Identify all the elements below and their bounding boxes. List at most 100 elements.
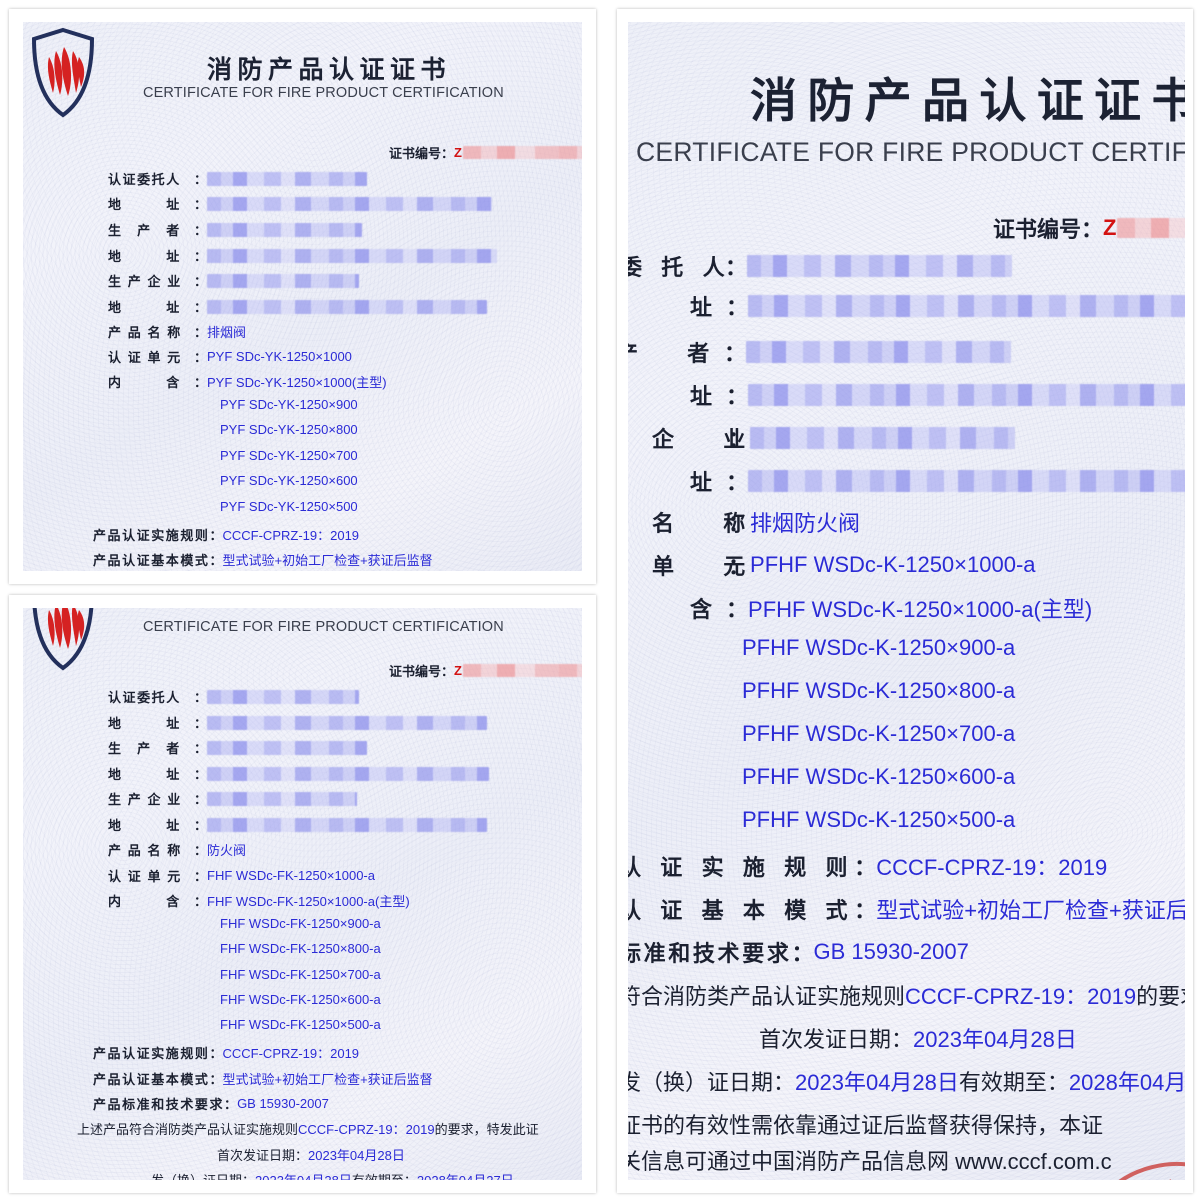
row-factory: 生 产 企 业 ：: [108, 271, 360, 290]
cert-number-masked-2: [462, 664, 582, 677]
colon-address-3-right: ：: [726, 470, 749, 495]
label-applicant: 认证委托人: [108, 172, 181, 187]
value-product-name: 排烟阀: [207, 325, 247, 340]
colon-mode-2: ：: [209, 1072, 223, 1087]
label-product-name: 产 品 名 称: [108, 325, 182, 340]
row-applicant-right: 委 托 人 ：: [628, 250, 1013, 282]
value-includes-2-4: FHF WSDc-FK-1250×600-a: [220, 992, 381, 1007]
label-reissue-2: 发（换）证日期：: [151, 1170, 255, 1180]
colon-manufacturer-2: ：: [194, 741, 208, 756]
row-includes: 内 含 ： PYF SDc-YK-1250×1000(主型): [108, 372, 387, 391]
row-standard-2: 产品标准和技术要求 ： GB 15930-2007: [93, 1094, 329, 1113]
value-standard-2: GB 15930-2007: [237, 1096, 329, 1111]
row-address-3-right: 址 ：: [690, 465, 1185, 497]
row-product-name-2: 产 品 名 称 ： 防火阀: [108, 840, 246, 859]
colon-cert-unit-right: ：: [728, 554, 751, 579]
label-address-1-right: 址: [690, 295, 719, 320]
row-reissue-2: 发（换）证日期： 2023年04月28日 有效期至： 2028年04月27日: [151, 1170, 514, 1180]
label-cert-unit-2: 认 证 单 元: [108, 869, 182, 884]
row-mode-2: 产品认证基本模式 ： 型式试验+初始工厂检查+获证后监督: [93, 1069, 433, 1088]
cert-right[interactable]: 消防产品认证证书 CERTIFICATE FOR FIRE PRODUCT CE…: [628, 22, 1185, 1180]
label-reissue-right: 发（换）证日期：: [628, 1070, 796, 1095]
colon-address-3-2: ：: [194, 818, 208, 833]
label-product-name-right: 名 称: [652, 511, 759, 536]
cert-title-zh-right: 消防产品认证证书: [750, 76, 1185, 128]
value-valid-right: 2028年04月2: [1068, 1070, 1185, 1095]
label-factory-2: 生 产 企 业: [108, 792, 182, 807]
cert-number-label-right: 证书编号：: [993, 217, 1104, 242]
row-statement-2: 上述产品符合消防类产品认证实施规则 CCCF-CPRZ-19：2019 的要求，…: [77, 1119, 539, 1138]
value-includes-right-0: PFHF WSDc-K-1250×1000-a(主型): [748, 597, 1093, 622]
colon-product-name-right: ：: [728, 511, 751, 536]
value-mode-2: 型式试验+初始工厂检查+获证后监督: [222, 1072, 433, 1087]
label-manufacturer-2: 生 产 者: [108, 741, 181, 756]
statement-pre-right: 符合消防类产品认证实施规则: [628, 984, 906, 1009]
colon-address-1-right: ：: [726, 295, 749, 320]
label-factory-right: 企 业: [652, 427, 759, 452]
value-rule-2: CCCF-CPRZ-19：2019: [222, 1046, 360, 1061]
screenshot-canvas: 消防产品认证证书 CERTIFICATE FOR FIRE PRODUCT CE…: [0, 0, 1202, 1202]
value-address-2-masked-right: [748, 384, 1185, 406]
colon-manufacturer: ：: [194, 223, 208, 238]
colon-address-2-2: ：: [194, 767, 208, 782]
value-includes-2-1: FHF WSDc-FK-1250×900-a: [220, 916, 381, 931]
label-applicant-right: 委 托 人: [628, 255, 732, 280]
value-includes-4: PYF SDc-YK-1250×600: [220, 473, 358, 488]
value-address-1-masked-right: [748, 295, 1185, 317]
row-address-2-2: 地 址 ：: [108, 764, 490, 783]
colon-factory-right: ：: [728, 427, 751, 452]
row-includes-2: 内 含 ： FHF WSDc-FK-1250×1000-a(主型): [108, 891, 410, 910]
value-factory-masked-right: [750, 427, 1016, 449]
colon-factory-2: ：: [194, 792, 208, 807]
row-first-issue-right: 首次发证日期： 2023年04月28日: [759, 1022, 1077, 1054]
value-includes-right-3: PFHF WSDc-K-1250×700-a: [742, 721, 1016, 746]
colon-cert-unit-2: ：: [194, 869, 208, 884]
colon-standard-right: ：: [791, 941, 814, 966]
cert-title-en-2: CERTIFICATE FOR FIRE PRODUCT CERTIFICATI…: [143, 619, 504, 635]
cert-bottom-left[interactable]: CERTIFICATE FOR FIRE PRODUCT CERTIFICATI…: [23, 608, 582, 1180]
cert-number-prefix: Z: [454, 145, 462, 160]
label-first-issue-2: 首次发证日期：: [217, 1148, 309, 1163]
label-mode-right: 认 证 基 本 模 式: [628, 898, 855, 923]
value-product-name-2: 防火阀: [207, 843, 247, 858]
value-includes-2: PYF SDc-YK-1250×800: [220, 422, 358, 437]
row-mode: 产品认证基本模式 ： 型式试验+初始工厂检查+获证后监督: [93, 550, 433, 569]
row-address-3-2: 地 址 ：: [108, 815, 488, 834]
cert-title-en: CERTIFICATE FOR FIRE PRODUCT CERTIFICATI…: [143, 85, 504, 101]
label-includes-right: 含: [690, 597, 719, 622]
cert-top-left[interactable]: 消防产品认证证书 CERTIFICATE FOR FIRE PRODUCT CE…: [23, 22, 582, 571]
value-mode-right: 型式试验+初始工厂检查+获证后监督: [876, 898, 1185, 923]
colon-product-name: ：: [194, 325, 208, 340]
cert-title-en-right: CERTIFICATE FOR FIRE PRODUCT CERTIFICATI…: [636, 137, 1185, 167]
value-first-issue-right: 2023年04月28日: [913, 1027, 1077, 1052]
row-rule-right: 认 证 实 施 规 则 ： CCCF-CPRZ-19：2019: [628, 850, 1107, 882]
value-rule: CCCF-CPRZ-19：2019: [222, 528, 360, 543]
value-includes-0: PYF SDc-YK-1250×1000(主型): [207, 375, 387, 390]
row-address-3: 地 址 ：: [108, 297, 488, 316]
label-address-1: 地 址: [108, 197, 181, 212]
value-includes-2-2: FHF WSDc-FK-1250×800-a: [220, 941, 381, 956]
value-address-1-masked: [207, 196, 493, 211]
colon-mode-right: ：: [854, 898, 877, 923]
cert-number-masked: [462, 146, 582, 159]
colon-manufacturer-right: ：: [724, 341, 747, 366]
colon-address-2: ：: [194, 249, 208, 264]
colon-product-name-2: ：: [194, 843, 208, 858]
label-address-1-2: 地 址: [108, 716, 181, 731]
row-address-1: 地 址 ：: [108, 194, 493, 213]
label-applicant-2: 认证委托人: [108, 690, 181, 705]
label-product-name-2: 产 品 名 称: [108, 843, 182, 858]
label-manufacturer: 生 产 者: [108, 223, 181, 238]
row-factory-right: 企 业 ：: [652, 422, 1016, 454]
value-includes-3: PYF SDc-YK-1250×700: [220, 448, 358, 463]
label-rule-2: 产品认证实施规则: [93, 1046, 210, 1061]
value-standard-right: GB 15930-2007: [813, 939, 969, 964]
value-address-1-masked-2: [207, 715, 488, 730]
value-applicant-masked-2: [207, 689, 360, 704]
value-includes-right-4: PFHF WSDc-K-1250×600-a: [742, 764, 1016, 789]
row-factory-2: 生 产 企 业 ：: [108, 789, 358, 808]
row-includes-right: 含 ： PFHF WSDc-K-1250×1000-a(主型): [690, 592, 1092, 624]
colon-standard-2: ：: [224, 1097, 238, 1112]
value-address-3-masked-2: [207, 817, 488, 832]
value-address-3-masked-right: [748, 470, 1185, 492]
